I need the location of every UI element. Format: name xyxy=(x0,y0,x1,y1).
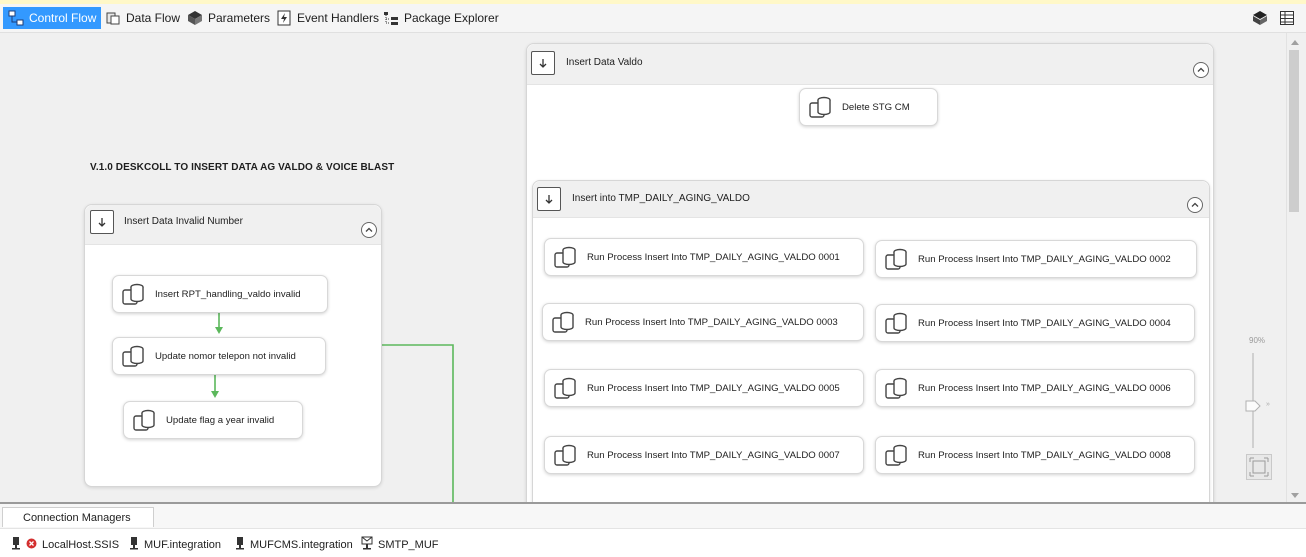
tab-event-handlers[interactable]: Event Handlers xyxy=(271,7,384,29)
execute-sql-task-icon xyxy=(132,407,158,436)
zoom-to-fit-button[interactable] xyxy=(1246,454,1272,480)
tab-label: Data Flow xyxy=(126,11,181,25)
execute-sql-task-icon xyxy=(884,246,910,275)
task-label: Delete STG CM xyxy=(842,101,910,113)
connection-icon xyxy=(129,536,139,553)
designer-tab-bar: Control Flow Data Flow Parameters Event … xyxy=(0,4,1306,33)
connection-manager-smtp-muf[interactable]: SMTP_MUF xyxy=(361,536,439,553)
execute-sql-task-icon xyxy=(121,343,147,372)
smtp-connection-icon xyxy=(361,536,373,553)
execute-sql-task-icon xyxy=(553,244,579,273)
chevron-up-icon xyxy=(1197,67,1205,72)
execute-package-task[interactable]: Run Process Insert Into TMP_DAILY_AGING_… xyxy=(875,369,1195,407)
data-flow-icon xyxy=(105,10,121,26)
execute-package-task[interactable]: Run Process Insert Into TMP_DAILY_AGING_… xyxy=(875,304,1195,342)
task-label: Update flag a year invalid xyxy=(166,414,275,426)
execute-package-task[interactable]: Run Process Insert Into TMP_DAILY_AGING_… xyxy=(544,436,864,474)
connection-label: LocalHost.SSIS xyxy=(42,538,120,551)
task-label: Run Process Insert Into TMP_DAILY_AGING_… xyxy=(587,382,840,394)
connection-label: SMTP_MUF xyxy=(378,538,439,551)
event-handlers-icon xyxy=(276,10,292,26)
collapse-button[interactable] xyxy=(1187,197,1203,213)
task-label: Run Process Insert Into TMP_DAILY_AGING_… xyxy=(918,449,1171,461)
zoom-fit-icon xyxy=(1249,457,1269,477)
package-annotation: V.1.0 DESKCOLL TO INSERT DATA AG VALDO &… xyxy=(90,162,395,173)
sequence-container-icon xyxy=(537,187,561,211)
execute-sql-task[interactable]: Update nomor telepon not invalid xyxy=(112,337,326,375)
execute-sql-task-icon xyxy=(884,375,910,404)
connection-manager-localhost-ssis[interactable]: LocalHost.SSIS xyxy=(11,536,119,553)
container-title: Insert Data Valdo xyxy=(566,57,643,68)
execute-sql-task-icon xyxy=(553,375,579,404)
connection-icon xyxy=(11,536,21,553)
control-flow-canvas[interactable]: V.1.0 DESKCOLL TO INSERT DATA AG VALDO &… xyxy=(0,33,1286,502)
chevron-up-icon xyxy=(1191,202,1199,207)
variables-icon-button[interactable] xyxy=(1279,10,1295,29)
execute-package-task[interactable]: Run Process Insert Into TMP_DAILY_AGING_… xyxy=(544,238,864,276)
execute-package-task[interactable]: Run Process Insert Into TMP_DAILY_AGING_… xyxy=(544,369,864,407)
task-label: Run Process Insert Into TMP_DAILY_AGING_… xyxy=(585,316,838,328)
execute-sql-task-icon xyxy=(808,94,834,123)
task-label: Run Process Insert Into TMP_DAILY_AGING_… xyxy=(918,253,1171,265)
task-label: Insert RPT_handling_valdo invalid xyxy=(155,288,301,300)
collapse-button[interactable] xyxy=(1193,62,1209,78)
zoom-slider-thumb[interactable] xyxy=(1245,400,1261,412)
task-label: Update nomor telepon not invalid xyxy=(155,350,296,362)
execute-sql-task-icon xyxy=(884,310,910,339)
sequence-container-tmp-daily-aging-valdo[interactable]: Insert into TMP_DAILY_AGING_VALDO Run Pr… xyxy=(532,180,1210,502)
connection-managers-list[interactable]: LocalHost.SSIS MUF.integration MUFCMS.in… xyxy=(0,528,1306,557)
zoom-level-label: 90% xyxy=(1249,336,1266,345)
connection-label: MUFCMS.integration xyxy=(250,538,353,551)
connection-manager-muf-integration[interactable]: MUF.integration xyxy=(129,536,221,553)
execute-sql-task-icon xyxy=(884,442,910,471)
connection-manager-mufcms-integration[interactable]: MUFCMS.integration xyxy=(235,536,353,553)
tab-label: Control Flow xyxy=(29,11,97,25)
tab-package-explorer[interactable]: Package Explorer xyxy=(378,7,504,29)
control-flow-icon xyxy=(8,10,24,26)
container-title: Insert into TMP_DAILY_AGING_VALDO xyxy=(572,193,750,204)
tab-data-flow[interactable]: Data Flow xyxy=(100,7,185,29)
scroll-up-arrow-icon[interactable] xyxy=(1291,36,1299,48)
connection-error-icon xyxy=(26,538,37,552)
execute-sql-task-icon xyxy=(121,281,147,310)
execute-package-task[interactable]: Run Process Insert Into TMP_DAILY_AGING_… xyxy=(875,436,1195,474)
sequence-container-invalid-number[interactable]: Insert Data Invalid Number Insert RPT_ha… xyxy=(84,204,382,487)
connection-label: MUF.integration xyxy=(144,538,222,551)
task-label: Run Process Insert Into TMP_DAILY_AGING_… xyxy=(587,251,840,263)
vertical-scrollbar-thumb[interactable] xyxy=(1289,50,1299,212)
execute-package-task[interactable]: Run Process Insert Into TMP_DAILY_AGING_… xyxy=(542,303,864,341)
parameters-icon xyxy=(187,10,203,26)
task-label: Run Process Insert Into TMP_DAILY_AGING_… xyxy=(918,317,1171,329)
package-explorer-icon xyxy=(383,10,399,26)
task-label: Run Process Insert Into TMP_DAILY_AGING_… xyxy=(918,382,1171,394)
tab-label: Parameters xyxy=(208,11,271,25)
package-icon-button[interactable] xyxy=(1252,10,1268,29)
execute-sql-task[interactable]: Update flag a year invalid xyxy=(123,401,303,439)
connection-icon xyxy=(235,536,245,553)
task-label: Run Process Insert Into TMP_DAILY_AGING_… xyxy=(587,449,840,461)
execute-sql-task-icon xyxy=(553,442,579,471)
tab-label: Package Explorer xyxy=(404,11,499,25)
tab-control-flow[interactable]: Control Flow xyxy=(3,7,102,29)
execute-package-task[interactable]: Run Process Insert Into TMP_DAILY_AGING_… xyxy=(875,240,1197,278)
tab-parameters[interactable]: Parameters xyxy=(182,7,275,29)
execute-sql-task[interactable]: Delete STG CM xyxy=(799,88,938,126)
sequence-container-icon xyxy=(531,51,555,75)
scroll-down-arrow-icon[interactable] xyxy=(1291,490,1299,502)
execute-sql-task[interactable]: Insert RPT_handling_valdo invalid xyxy=(112,275,328,313)
zoom-tick-mark: » xyxy=(1266,401,1270,408)
execute-sql-task-icon xyxy=(551,309,577,338)
connection-managers-tab[interactable]: Connection Managers xyxy=(2,507,154,527)
tab-label: Event Handlers xyxy=(297,11,380,25)
sequence-container-insert-data-valdo[interactable]: Insert Data Valdo Delete STG CM Insert i… xyxy=(526,43,1214,502)
